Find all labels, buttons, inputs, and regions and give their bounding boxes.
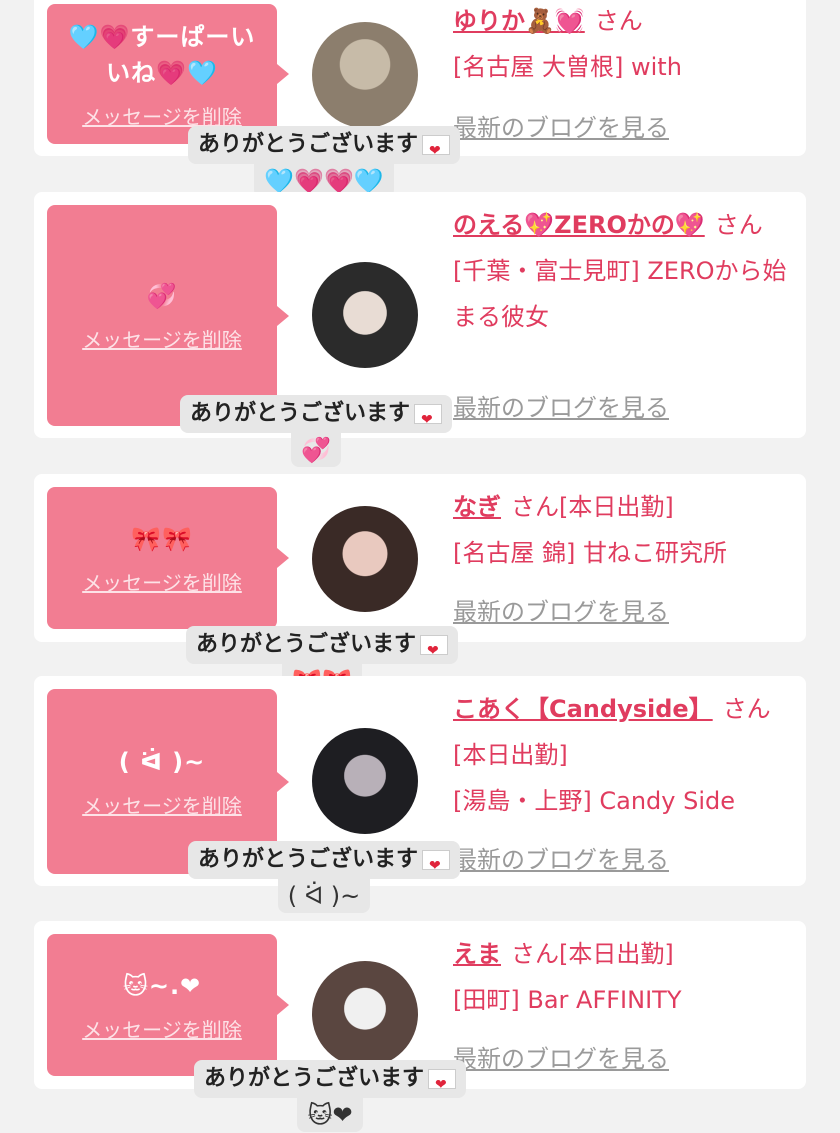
shop-label: [千葉・富士見町] ZEROから始まる彼女 (453, 257, 787, 331)
reply: ありがとうございます 🐱❤ (194, 1060, 467, 1132)
san-suffix: さん (511, 493, 559, 521)
envelope-heart-icon (420, 634, 449, 668)
cast-info: のえる💖ZEROかの💖 さん [千葉・富士見町] ZEROから始まる彼女 (453, 202, 793, 340)
shop-label: [湯島・上野] Candy Side (453, 787, 735, 815)
cast-name-link[interactable]: こあく【Candyside】 (453, 695, 713, 723)
reply-text: ありがとうございます (188, 126, 461, 168)
cast-name-link[interactable]: えま (453, 940, 501, 968)
delete-message-link[interactable]: メッセージを削除 (82, 324, 242, 353)
reply: ありがとうございます 💞 (180, 395, 453, 467)
message-bubble: 🩵💗すーぱーいいね💗🩵 メッセージを削除 (47, 4, 289, 144)
reply-text: ありがとうございます (188, 841, 461, 883)
latest-blog-link[interactable]: 最新のブログを見る (453, 1039, 669, 1074)
san-suffix: さん (714, 211, 763, 239)
avatar[interactable] (312, 728, 418, 834)
san-suffix: さん (722, 695, 771, 723)
message-text: 🩵💗すーぱーいいね💗🩵 (68, 22, 256, 87)
message-text: ( ᐛ )~ (118, 748, 206, 776)
message-text: 💞 (146, 282, 178, 310)
delete-message-link[interactable]: メッセージを削除 (82, 1014, 242, 1043)
latest-blog-link[interactable]: 最新のブログを見る (453, 592, 669, 627)
message-bubble: 🎀🎀 メッセージを削除 (47, 487, 289, 629)
message-card: 🎀🎀 メッセージを削除 なぎ さん[本日出勤] [名古屋 錦] 甘ねこ研究所 最新… (34, 474, 806, 642)
san-suffix: さん (594, 7, 643, 35)
avatar[interactable] (312, 506, 418, 612)
reply-text: ありがとうございます (186, 626, 459, 668)
message-bubble: 🐱~.❤ メッセージを削除 (47, 934, 289, 1076)
envelope-heart-icon (422, 134, 451, 168)
delete-message-link[interactable]: メッセージを削除 (82, 567, 242, 596)
shop-label: [田町] Bar AFFINITY (453, 986, 682, 1014)
envelope-heart-icon (414, 403, 443, 437)
latest-blog-link[interactable]: 最新のブログを見る (453, 388, 669, 423)
cast-info: ゆりか🧸💓 さん [名古屋 大曽根] with (453, 0, 793, 90)
cast-name-link[interactable]: ゆりか🧸💓 (453, 7, 585, 35)
reply: ありがとうございます ( ᐛ )~ (188, 841, 461, 913)
status-label: [本日出勤] (453, 741, 568, 769)
reply-emoji: 💞 (291, 433, 341, 467)
cast-info: こあく【Candyside】 さん [本日出勤] [湯島・上野] Candy Sid… (453, 686, 793, 824)
message-text: 🐱~.❤ (122, 971, 202, 1000)
avatar[interactable] (312, 22, 418, 128)
cast-name-link[interactable]: なぎ (453, 493, 501, 521)
reply-emoji: ( ᐛ )~ (277, 879, 371, 913)
status-label: [本日出勤] (559, 940, 674, 968)
status-label: [本日出勤] (559, 493, 674, 521)
avatar[interactable] (312, 262, 418, 368)
reply: ありがとうございます 🩵💗💗🩵 (188, 126, 461, 198)
envelope-heart-icon (422, 849, 451, 883)
delete-message-link[interactable]: メッセージを削除 (82, 790, 242, 819)
envelope-heart-icon (428, 1068, 457, 1102)
reply-text: ありがとうございます (180, 395, 453, 437)
shop-label: [名古屋 錦] 甘ねこ研究所 (453, 539, 727, 567)
cast-info: なぎ さん[本日出勤] [名古屋 錦] 甘ねこ研究所 (453, 484, 793, 576)
cast-info: えま さん[本日出勤] [田町] Bar AFFINITY (453, 931, 793, 1023)
reply-text: ありがとうございます (194, 1060, 467, 1102)
latest-blog-link[interactable]: 最新のブログを見る (453, 840, 669, 875)
cast-name-link[interactable]: のえる💖ZEROかの💖 (453, 211, 705, 239)
latest-blog-link[interactable]: 最新のブログを見る (453, 108, 669, 143)
reply-emoji: 🐱❤ (297, 1098, 363, 1132)
message-bubble: 💞 メッセージを削除 (47, 205, 289, 426)
message-text: 🎀🎀 (131, 524, 193, 553)
avatar[interactable] (312, 961, 418, 1067)
san-suffix: さん (511, 940, 559, 968)
shop-label: [名古屋 大曽根] with (453, 53, 682, 81)
